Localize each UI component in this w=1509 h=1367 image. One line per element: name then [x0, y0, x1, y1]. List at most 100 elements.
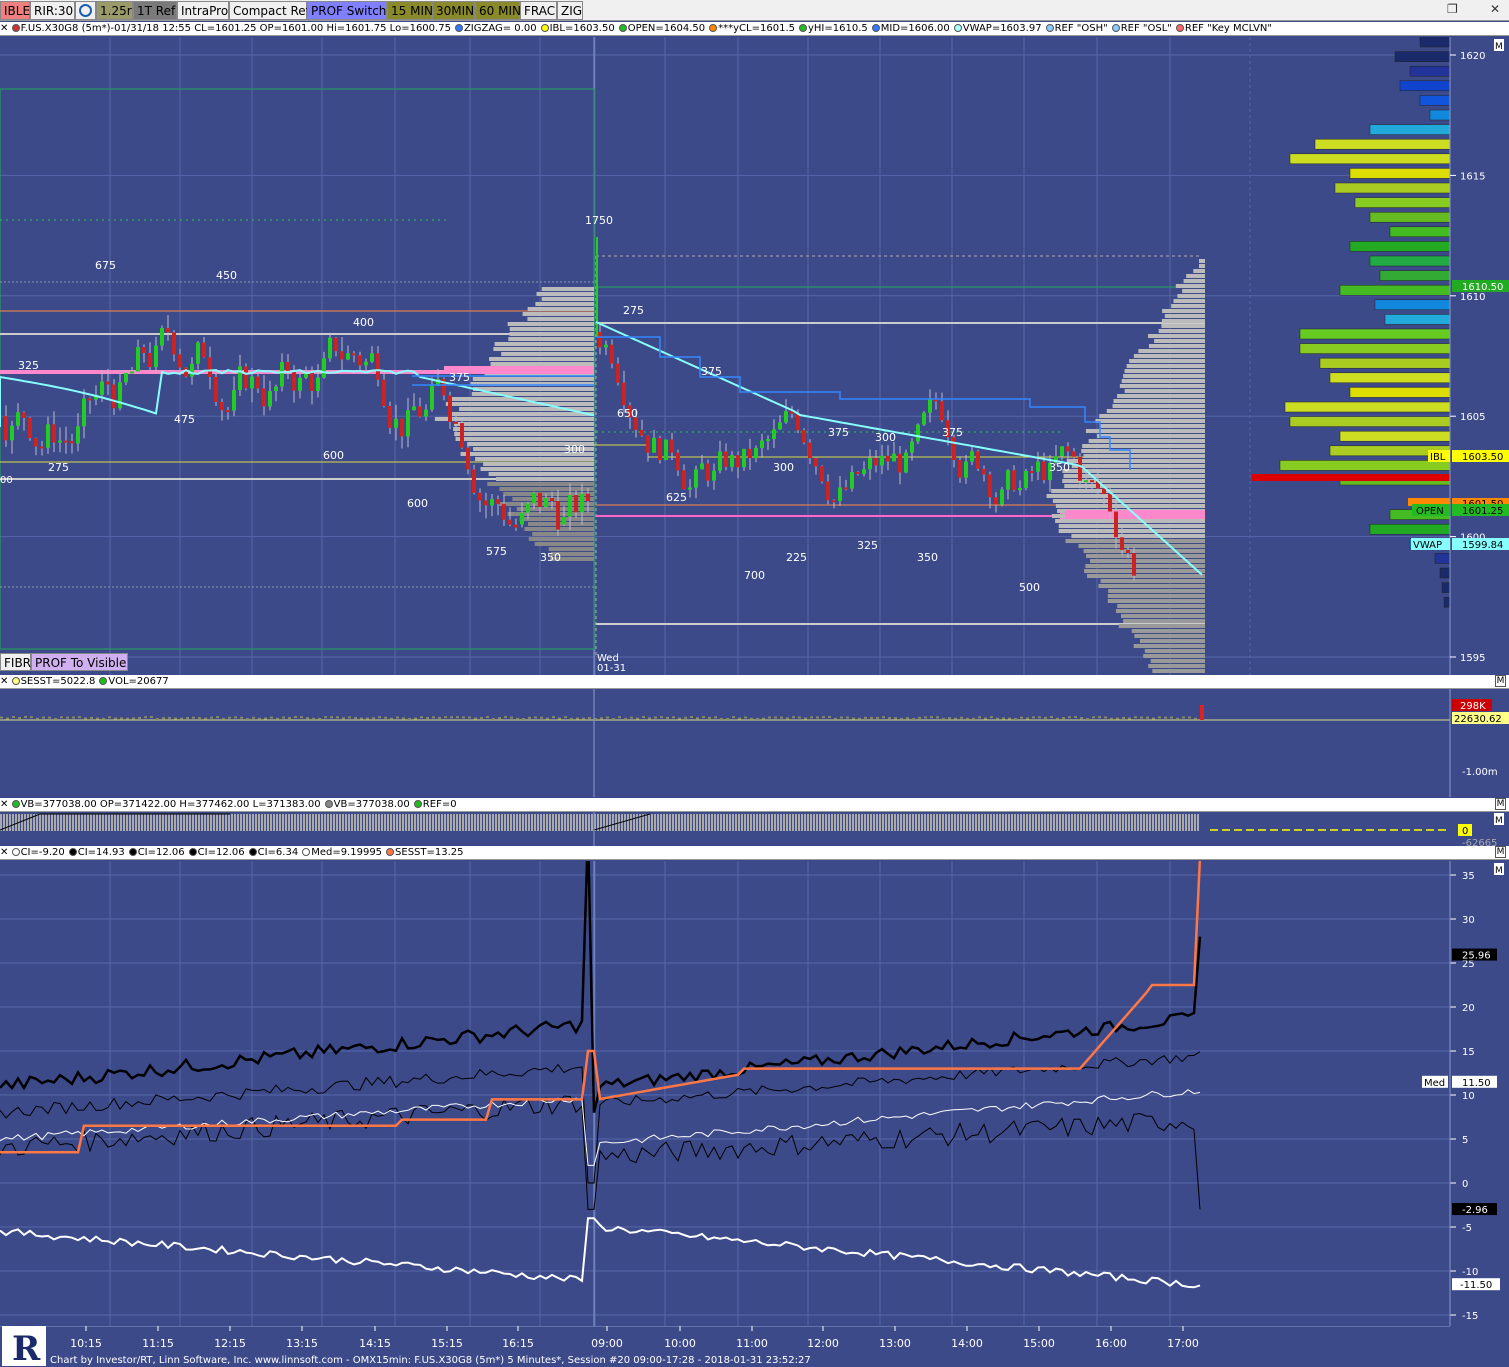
vb-bar	[996, 814, 998, 831]
button-fibr[interactable]: FIBR	[0, 653, 31, 671]
toolbar-button-frac[interactable]: FRAC	[520, 1, 557, 20]
candle-body	[16, 412, 20, 426]
tpo-profile-bar	[1279, 460, 1451, 471]
vb-bar	[282, 814, 284, 831]
panel-close-icon[interactable]: ✕	[0, 23, 12, 34]
volume-bar	[1182, 716, 1185, 719]
volume-bar	[510, 716, 513, 719]
vb-bar	[735, 814, 737, 831]
tpo-profile-bar	[1319, 357, 1451, 369]
volume-bar	[300, 716, 303, 719]
med-tag-label: Med	[1424, 1078, 1445, 1089]
volume-bar	[180, 717, 183, 720]
vb-bar	[705, 814, 707, 831]
maximize-button[interactable]: M	[1495, 798, 1506, 810]
button-prof-to-visible[interactable]: PROF To Visible	[31, 653, 128, 671]
volume-scale-label: -1.00m	[1462, 767, 1498, 778]
vb-bar	[849, 814, 851, 831]
candle-body	[214, 376, 218, 402]
ci-panel[interactable]: 35302520151050-5-10-1525.96Med 11.50-2.96…	[0, 861, 1509, 1326]
toolbar-button-rir-30[interactable]: RIR:30	[30, 1, 75, 20]
vb-bar	[1182, 814, 1184, 831]
toolbar-button-15-min[interactable]: 15 MIN	[387, 1, 433, 20]
volume-bar	[876, 716, 879, 719]
volume-annotation: 650	[617, 407, 638, 420]
vb-bar	[291, 814, 293, 831]
candle-body	[448, 395, 452, 422]
candle-body	[748, 448, 752, 459]
vb-bar	[1110, 814, 1112, 831]
vb-bar	[201, 814, 203, 831]
candle-body	[868, 457, 872, 470]
toolbar-button-prof-switch[interactable]: PROF Switch	[307, 1, 387, 20]
volume-bar	[1116, 717, 1119, 720]
volume-annotation: 450	[216, 269, 237, 282]
close-icon[interactable]: ✕	[1490, 2, 1500, 16]
vb-bar	[501, 814, 503, 831]
candle-body	[718, 451, 722, 471]
clock-icon[interactable]	[75, 1, 96, 20]
vb-bar	[912, 814, 914, 831]
volume-bar	[906, 717, 909, 720]
vb-bar	[276, 814, 278, 831]
volume-annotation: 475	[174, 413, 195, 426]
toolbar-button-60-min[interactable]: 60 MIN	[475, 1, 521, 20]
volume-annotation: 275	[48, 461, 69, 474]
volume-bar	[984, 717, 987, 720]
toolbar-button-zig[interactable]: ZIG	[557, 1, 583, 20]
volume-bar	[1062, 717, 1065, 720]
volume-bar	[234, 716, 237, 719]
volume-bar	[216, 716, 219, 719]
volume-bar	[90, 716, 93, 719]
candle-body	[466, 447, 470, 470]
vb-bar	[789, 814, 791, 831]
maximize-button[interactable]: M	[1495, 846, 1506, 858]
vb-bar	[234, 814, 236, 831]
volume-profile-bar	[1052, 499, 1205, 503]
vb-bar	[1023, 814, 1025, 831]
volume-bar	[306, 717, 309, 720]
volume-bar	[102, 717, 105, 720]
vb-bar	[879, 814, 881, 831]
toolbar-button-1t-ref[interactable]: 1T Ref	[133, 1, 177, 20]
volume-profile-bar	[1112, 404, 1205, 408]
vb-bar	[558, 814, 560, 831]
vb-bar	[27, 814, 29, 831]
toolbar-button-compact-ref[interactable]: Compact Ref	[229, 1, 310, 20]
panel-close-icon[interactable]: ✕	[0, 847, 12, 858]
volume-bar	[1044, 716, 1047, 719]
toolbar-button-ible[interactable]: IBLE	[0, 1, 30, 20]
volume-profile-bar	[1078, 544, 1205, 548]
toolbar-button-1-25r[interactable]: 1.25r	[96, 1, 133, 20]
vb-bar	[1170, 814, 1172, 831]
candle-body	[898, 453, 902, 473]
panel-close-icon[interactable]: ✕	[0, 799, 12, 810]
volume-annotation: 325	[18, 359, 39, 372]
volume-bar	[474, 717, 477, 720]
volume-bar	[1176, 717, 1179, 720]
vb-bar	[819, 814, 821, 831]
candle-body	[808, 442, 812, 459]
maximize-button[interactable]: M	[1495, 675, 1506, 687]
volume-bar	[456, 716, 459, 719]
volume-panel[interactable]: 298K 22630.62 -1.00m	[0, 689, 1509, 797]
panel-close-icon[interactable]: ✕	[0, 676, 12, 687]
vb-bar	[939, 814, 941, 831]
volume-profile-bar	[1144, 649, 1205, 653]
toolbar-button-30min[interactable]: 30MIN	[432, 1, 475, 20]
vb-bar	[531, 814, 533, 831]
header-item: IBL=1603.50	[540, 23, 615, 34]
vb-bar	[816, 814, 818, 831]
candle-body	[220, 401, 224, 411]
maximize-label: M	[1495, 816, 1503, 826]
vb-bar	[465, 814, 467, 831]
vb-bar	[681, 814, 683, 831]
volume-bar	[1128, 717, 1131, 720]
date-label-date: 01-31	[597, 663, 626, 674]
vb-panel[interactable]: 0-62665 M	[0, 812, 1509, 846]
vb-bar	[372, 814, 374, 831]
restore-icon[interactable]: ❐	[1447, 2, 1458, 16]
toolbar-button-intrapro[interactable]: IntraPro	[177, 1, 229, 20]
volume-profile-bar	[445, 402, 594, 406]
price-chart[interactable]: 675 450 400 325 475 275 600 600 575 350 300 375 1750…	[0, 37, 1509, 675]
